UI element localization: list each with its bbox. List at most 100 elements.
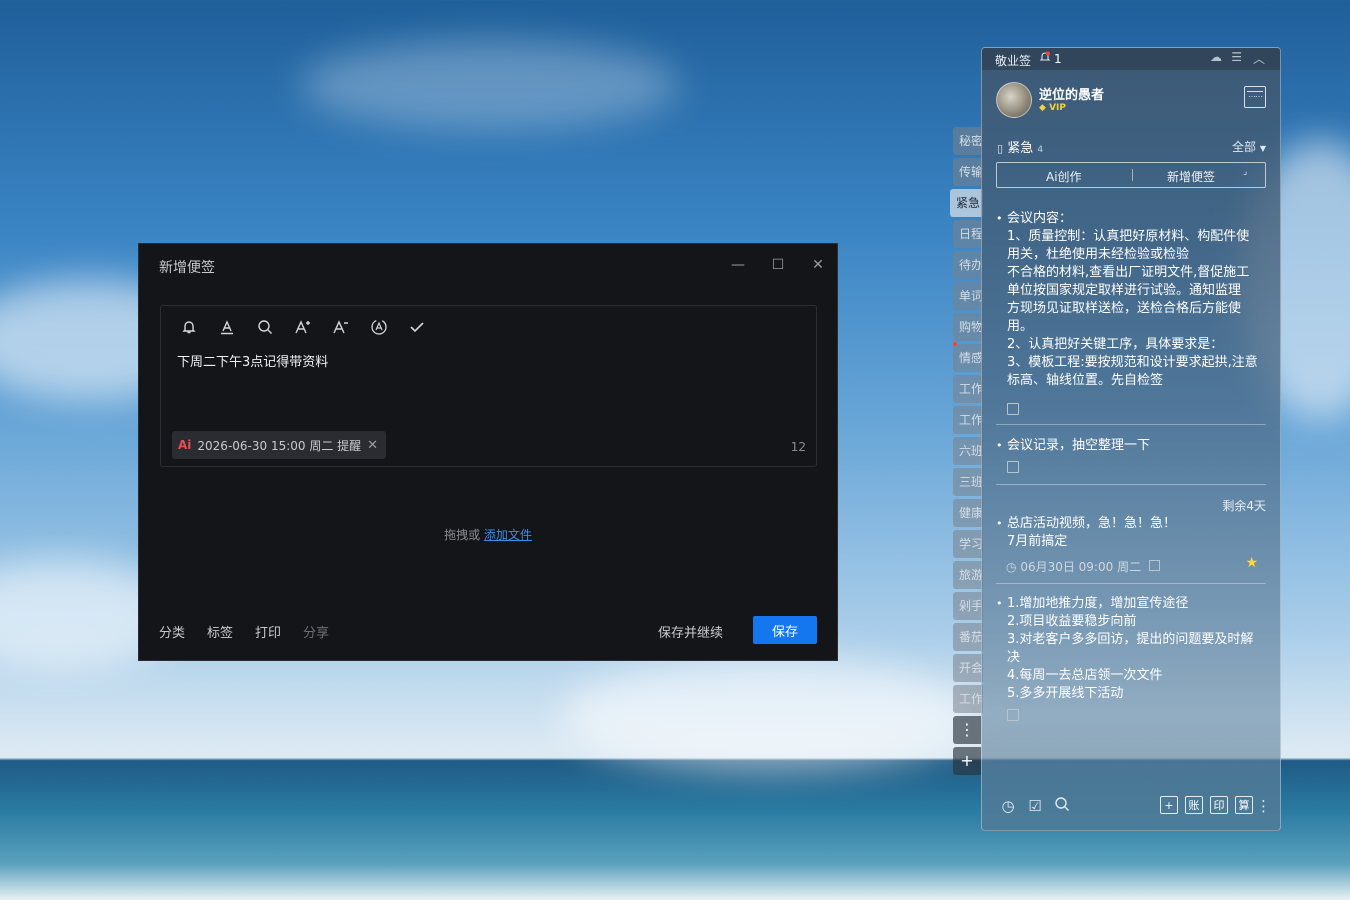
drop-text: 拖拽或 [444, 528, 481, 542]
menu-icon[interactable]: ☰ [1231, 50, 1242, 64]
panel-footer: ◷ ☑ + 账 印 算 ⋮ [982, 786, 1280, 830]
new-note-button[interactable]: 新增便签 [1167, 168, 1215, 185]
note-item[interactable]: • 总店活动视频，急！急！急！ 7月前搞定 [996, 515, 1266, 551]
checklist-icon[interactable]: ☑ [1025, 796, 1045, 816]
clock-icon: ◷ [1006, 560, 1017, 574]
diamond-icon: ◆ [1039, 103, 1046, 113]
bookmark-icon: ▯ [997, 142, 1004, 155]
note-line: 标高、轴线位置。先自检签 [1007, 373, 1164, 388]
calculator-button[interactable]: 算 [1235, 796, 1253, 814]
note-line: 用关，杜绝使用未经检验或检验 [1007, 247, 1190, 262]
note-item[interactable]: • 会议记录，抽空整理一下 [996, 437, 1266, 473]
note-line: 2、认真把好关键工序，具体要求是： [1007, 337, 1224, 352]
add-tab-button[interactable]: + [953, 747, 981, 775]
reminder-text: 2026-06-30 15:00 周二 提醒 [197, 438, 362, 453]
char-count: 12 [790, 440, 806, 454]
save-and-continue-button[interactable]: 保存并继续 [658, 622, 723, 641]
add-icon[interactable]: + [1160, 796, 1178, 814]
minimize-button[interactable]: — [725, 253, 751, 277]
side-tab[interactable]: 单词 [953, 282, 983, 310]
search-icon[interactable] [253, 318, 277, 342]
side-tab[interactable]: 秘密 [953, 127, 983, 155]
side-tab[interactable]: 购物 [953, 313, 983, 341]
side-tab-active[interactable]: 紧急 [950, 189, 983, 217]
category-button[interactable]: 分类 [159, 622, 185, 641]
bullet-icon: • [996, 517, 1003, 530]
more-icon[interactable]: ⋮ [1256, 796, 1271, 816]
tag-button[interactable]: 标签 [207, 622, 233, 641]
window-title: 新增便签 [159, 260, 215, 276]
ai-create-button[interactable]: Ai创作 [1046, 168, 1082, 185]
close-button[interactable]: ✕ [805, 253, 831, 277]
note-body: 会议记录，抽空整理一下 [1007, 437, 1266, 455]
note-body: 会议内容： 1、质量控制：认真把好原材料、构配件使 用关，杜绝使用未经检验或检验… [1007, 210, 1266, 390]
note-content[interactable]: 下周二下午3点记得带资料 [177, 351, 328, 370]
notification-count: 1 [1054, 52, 1062, 66]
vip-badge: ◆ VIP [1039, 103, 1066, 113]
panel-header: 敬业签 1 ☁ ☰ ︿ [982, 48, 1280, 70]
note-line: 4.每周一去总店领一次文件 [1007, 668, 1163, 683]
vip-label: VIP [1049, 103, 1066, 113]
ai-icon: Ai [178, 438, 192, 452]
maximize-button[interactable]: ☐ [765, 253, 791, 277]
note-item[interactable]: • 会议内容： 1、质量控制：认真把好原材料、构配件使 用关，杜绝使用未经检验或… [996, 210, 1266, 394]
bell-icon[interactable] [177, 318, 201, 342]
side-tab[interactable]: 工作 [953, 375, 983, 403]
side-tab[interactable]: 开会 [953, 654, 983, 682]
filter-dropdown[interactable]: 全部 ▼ [1232, 138, 1266, 155]
side-tab[interactable]: 工作 [953, 685, 983, 713]
font-decrease-icon[interactable] [329, 318, 353, 342]
notification-bell-icon[interactable] [1039, 51, 1051, 66]
add-file-link[interactable]: 添加文件 [484, 528, 532, 542]
side-tab[interactable]: 三班 [953, 468, 983, 496]
note-item[interactable]: • 1.增加地推力度，增加宣传途径 2.项目收益要稳步向前 3.对老客户多多回访… [996, 595, 1266, 721]
side-tab[interactable]: 待办 [953, 251, 983, 279]
print-button[interactable]: 打印 [255, 622, 281, 641]
chevron-down-icon: ▼ [1259, 144, 1266, 153]
note-line: 总店活动视频，急！急！急！ [1007, 516, 1177, 531]
note-line: 用。 [1007, 319, 1034, 334]
auto-format-icon[interactable] [367, 318, 391, 342]
bullet-icon: • [996, 439, 1003, 452]
check-icon[interactable] [405, 318, 429, 342]
close-icon[interactable]: ✕ [367, 438, 378, 453]
save-button[interactable]: 保存 [753, 616, 817, 644]
ledger-button[interactable]: 账 [1185, 796, 1203, 814]
side-tab[interactable]: 工作 [953, 406, 983, 434]
calendar-icon[interactable] [1244, 86, 1266, 108]
note-line: 会议记录，抽空整理一下 [1007, 438, 1151, 453]
filter-label: 全部 [1232, 140, 1257, 154]
side-tab[interactable]: 情感 [953, 344, 983, 372]
side-tab[interactable]: 健康 [953, 499, 983, 527]
note-body: 总店活动视频，急！急！急！ 7月前搞定 [1007, 515, 1266, 551]
note-line: 1、质量控制：认真把好原材料、构配件使 [1007, 229, 1250, 244]
cloud-sync-icon[interactable]: ☁ [1210, 50, 1222, 64]
lock-icon [1007, 403, 1019, 415]
side-tab[interactable]: 日程 [953, 220, 983, 248]
share-button[interactable]: 分享 [303, 622, 329, 641]
search-icon[interactable] [1052, 796, 1072, 816]
font-increase-icon[interactable] [291, 318, 315, 342]
avatar[interactable] [996, 82, 1032, 118]
collapse-icon[interactable]: ︿ [1253, 50, 1265, 67]
more-tabs-button[interactable]: ⋮ [953, 716, 981, 744]
lock-icon [1148, 560, 1160, 571]
history-icon[interactable]: ◷ [998, 796, 1018, 816]
side-tab[interactable]: 六班 [953, 437, 983, 465]
file-drop-zone[interactable]: 拖拽或 添加文件 [139, 526, 837, 543]
expand-icon[interactable]: ⌟ [1243, 167, 1247, 177]
note-editor[interactable]: 下周二下午3点记得带资料 Ai 2026-06-30 15:00 周二 提醒 ✕… [160, 305, 817, 467]
side-tab[interactable]: 剁手 [953, 592, 983, 620]
side-tab[interactable]: 传输 [953, 158, 983, 186]
side-tab[interactable]: 学习 [953, 530, 983, 558]
lock-icon [1007, 709, 1019, 721]
font-color-icon[interactable] [215, 318, 239, 342]
print-button[interactable]: 印 [1210, 796, 1228, 814]
note-line: 1.增加地推力度，增加宣传途径 [1007, 596, 1189, 611]
star-icon[interactable]: ★ [1245, 555, 1258, 571]
reminder-chip[interactable]: Ai 2026-06-30 15:00 周二 提醒 ✕ [172, 431, 387, 459]
app-name: 敬业签 [995, 54, 1032, 68]
remaining-days: 剩余4天 [1222, 499, 1266, 513]
side-tab[interactable]: 旅游 [953, 561, 983, 589]
side-tab[interactable]: 番茄 [953, 623, 983, 651]
